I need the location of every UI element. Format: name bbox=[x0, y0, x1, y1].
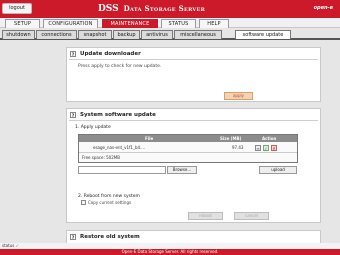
divider bbox=[69, 59, 318, 60]
tab-configuration[interactable]: CONFIGURATION bbox=[43, 19, 98, 28]
downloader-description: Press apply to check for new update. bbox=[78, 64, 162, 69]
browse-button[interactable]: Browse... bbox=[167, 166, 197, 174]
column-header-file: File bbox=[145, 136, 154, 141]
update-files-table: File Size (MB) Action esage_nas-ent_v1f1… bbox=[78, 134, 298, 163]
tab-status[interactable]: STATUS bbox=[161, 19, 196, 28]
apply-button[interactable]: apply bbox=[224, 92, 253, 100]
tab-help[interactable]: HELP bbox=[199, 19, 229, 28]
upload-button[interactable]: upload bbox=[259, 166, 297, 174]
tab-maintenance[interactable]: MAINTENANCE bbox=[102, 19, 158, 28]
reboot-button[interactable]: reboot bbox=[188, 212, 223, 220]
subtab-miscellaneous[interactable]: miscellaneous bbox=[174, 30, 222, 39]
top-bar: logout DSS Data Storage Server open-e bbox=[0, 0, 340, 18]
column-header-action: Action bbox=[262, 136, 277, 141]
status-label: status bbox=[2, 243, 15, 248]
edit-icon[interactable]: ≡ bbox=[255, 145, 261, 151]
help-icon[interactable]: ? bbox=[70, 111, 76, 118]
subtab-backup[interactable]: backup bbox=[113, 30, 140, 39]
reboot-heading: 2. Reboot from new system bbox=[78, 194, 140, 199]
cancel-button[interactable]: cancel bbox=[234, 212, 269, 220]
update-downloader-panel: ? Update downloader Press apply to check… bbox=[66, 47, 321, 102]
file-path-input[interactable] bbox=[78, 166, 166, 174]
system-update-panel: ? System software update 1. Apply update… bbox=[66, 108, 321, 223]
brand-subtitle: Data Storage Server bbox=[123, 4, 206, 13]
file-name: esage_nas-ent_v1f1_b4.... bbox=[93, 145, 146, 150]
help-icon[interactable]: ? bbox=[70, 50, 76, 57]
apply-update-heading: 1. Apply update bbox=[75, 125, 111, 130]
sub-tabs: shutdown connections snapshot backup ant… bbox=[0, 29, 340, 40]
brand-name: DSS bbox=[98, 4, 119, 14]
help-icon[interactable]: ? bbox=[70, 233, 76, 240]
copy-settings-label: Copy current settings bbox=[88, 200, 132, 205]
footer: Open-E Data Storage Server. All rights r… bbox=[0, 249, 340, 255]
column-header-size: Size (MB) bbox=[220, 136, 242, 141]
file-size: 97.43 bbox=[232, 145, 244, 150]
panel-title: System software update bbox=[80, 111, 156, 118]
main-tabs: SETUP CONFIGURATION MAINTENANCE STATUS H… bbox=[0, 18, 340, 28]
tab-setup[interactable]: SETUP bbox=[5, 19, 40, 28]
divider bbox=[69, 120, 318, 121]
table-row: esage_nas-ent_v1f1_b4.... 97.43 ≡ ✓ ✗ bbox=[79, 142, 297, 153]
subtab-software-update[interactable]: software update bbox=[235, 30, 291, 39]
logout-button[interactable]: logout bbox=[2, 3, 32, 14]
subtab-snapshot[interactable]: snapshot bbox=[78, 30, 112, 39]
table-header: File Size (MB) Action bbox=[79, 135, 297, 142]
app-brand: DSS Data Storage Server bbox=[98, 3, 205, 15]
copy-settings-checkbox[interactable] bbox=[81, 200, 86, 205]
subtab-shutdown[interactable]: shutdown bbox=[2, 30, 35, 39]
panel-title: Restore old system bbox=[80, 233, 140, 240]
free-space-row: Free space: 502MB bbox=[79, 153, 297, 162]
free-space-label: Free space: 502MB bbox=[82, 155, 120, 160]
delete-icon[interactable]: ✗ bbox=[271, 145, 277, 151]
status-ok-icon: ✓ bbox=[15, 243, 19, 248]
subtab-antivirus[interactable]: antivirus bbox=[141, 30, 173, 39]
content-area: ? Update downloader Press apply to check… bbox=[0, 42, 340, 245]
vendor-logo: open-e bbox=[313, 5, 333, 11]
panel-title: Update downloader bbox=[80, 50, 141, 57]
subtab-connections[interactable]: connections bbox=[36, 30, 77, 39]
accept-icon[interactable]: ✓ bbox=[263, 145, 269, 151]
